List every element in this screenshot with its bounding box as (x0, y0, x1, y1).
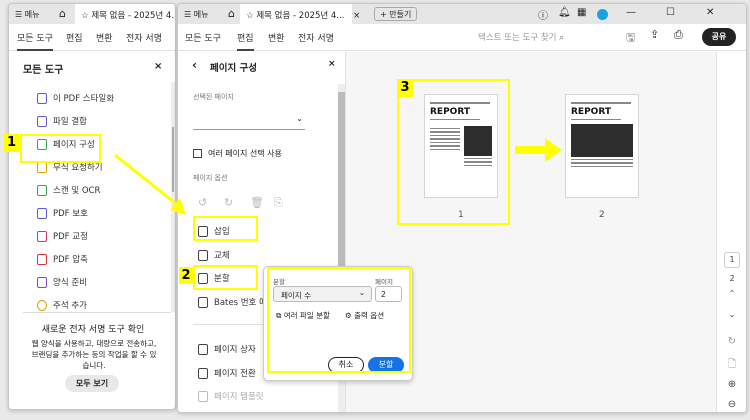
annotation-box-page-1 (397, 79, 510, 225)
annotation-box-split (193, 265, 258, 290)
annotation-label-2: 2 (179, 267, 193, 284)
annotation-box-split-popup (267, 267, 411, 373)
annotation-box-insert (193, 216, 258, 241)
